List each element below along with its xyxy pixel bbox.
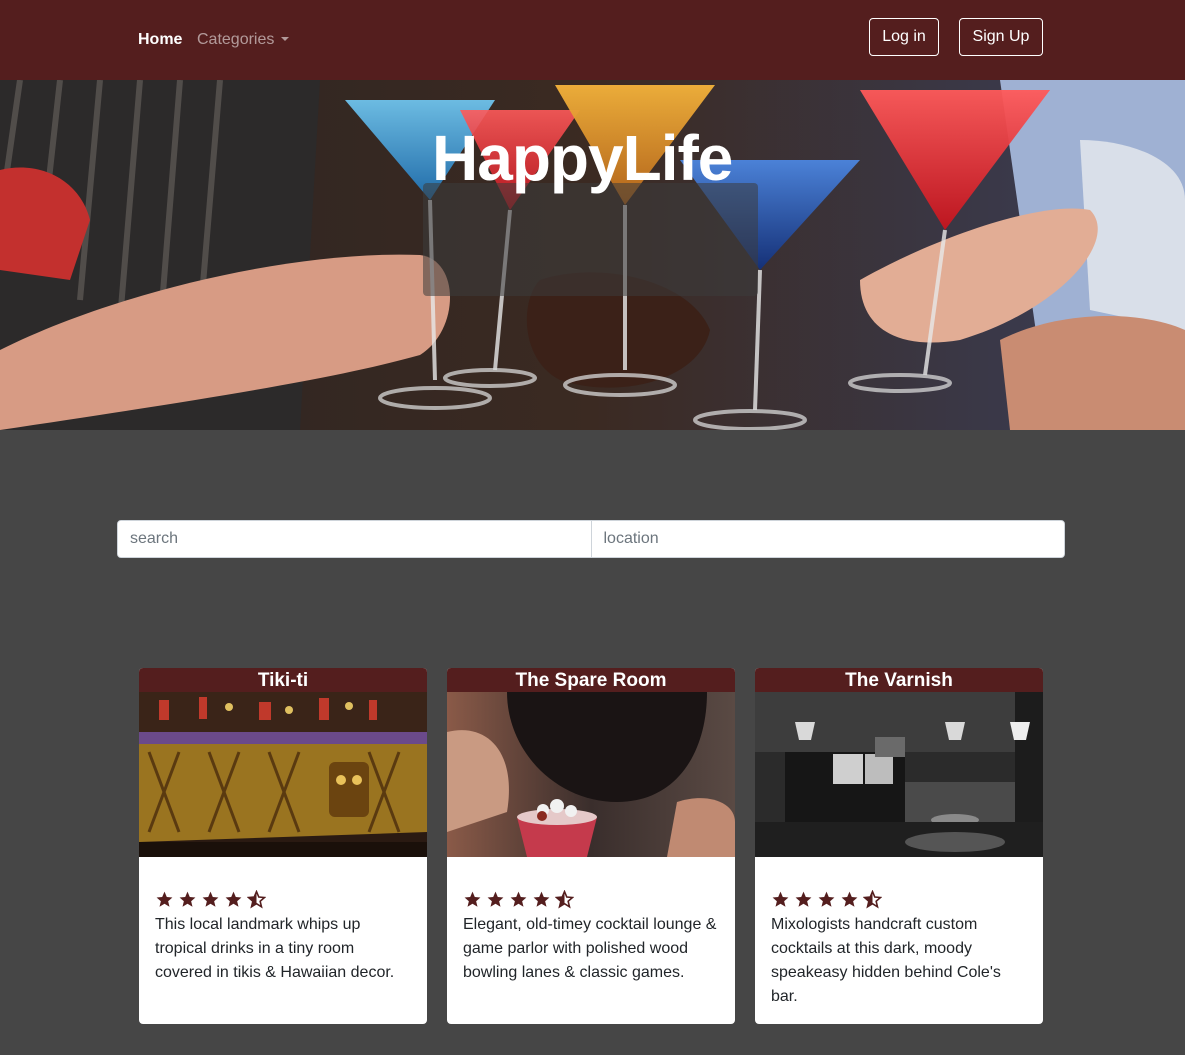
star-icon — [225, 891, 242, 907]
card-title: The Spare Room — [447, 668, 735, 692]
rating-stars — [155, 890, 266, 910]
search-input[interactable] — [118, 521, 591, 557]
card-image — [755, 692, 1043, 857]
star-icon — [841, 891, 858, 907]
login-button[interactable]: Log in — [869, 18, 939, 56]
caret-down-icon — [281, 37, 290, 41]
star-icon — [510, 891, 527, 907]
nav-categories-dropdown[interactable]: Categories — [197, 31, 290, 49]
bar-card-tiki-ti[interactable]: Tiki-ti This local landmark whips up tro… — [139, 668, 427, 1024]
rating-stars — [771, 890, 882, 910]
hero-title: HappyLife — [432, 122, 733, 194]
nav-home-link[interactable]: Home — [138, 31, 182, 49]
card-image — [139, 692, 427, 857]
location-input[interactable] — [590, 521, 1064, 557]
bar-card-the-spare-room[interactable]: The Spare Room Elegant, old-timey cockta… — [447, 668, 735, 1024]
card-title: Tiki-ti — [139, 668, 427, 692]
rating-stars — [463, 890, 574, 910]
card-image — [447, 692, 735, 857]
search-bar — [117, 520, 1065, 558]
star-icon — [533, 891, 550, 907]
card-description: Elegant, old-timey cocktail lounge & gam… — [463, 916, 717, 981]
card-description: This local landmark whips up tropical dr… — [155, 916, 395, 981]
signup-button[interactable]: Sign Up — [959, 18, 1043, 56]
star-half-icon — [555, 890, 574, 909]
star-icon — [818, 891, 835, 907]
star-icon — [772, 891, 789, 907]
star-icon — [156, 891, 173, 907]
star-icon — [202, 891, 219, 907]
nav-categories-label: Categories — [197, 31, 275, 48]
star-icon — [179, 891, 196, 907]
card-title: The Varnish — [755, 668, 1043, 692]
star-icon — [795, 891, 812, 907]
card-description: Mixologists handcraft custom cocktails a… — [771, 916, 1001, 1005]
star-half-icon — [247, 890, 266, 909]
hero-title-backdrop — [423, 183, 758, 296]
star-icon — [487, 891, 504, 907]
star-icon — [464, 891, 481, 907]
star-half-icon — [863, 890, 882, 909]
bar-card-the-varnish[interactable]: The Varnish Mixologists handcraft custom… — [755, 668, 1043, 1024]
navbar: Home Categories Log in Sign Up — [0, 0, 1185, 80]
